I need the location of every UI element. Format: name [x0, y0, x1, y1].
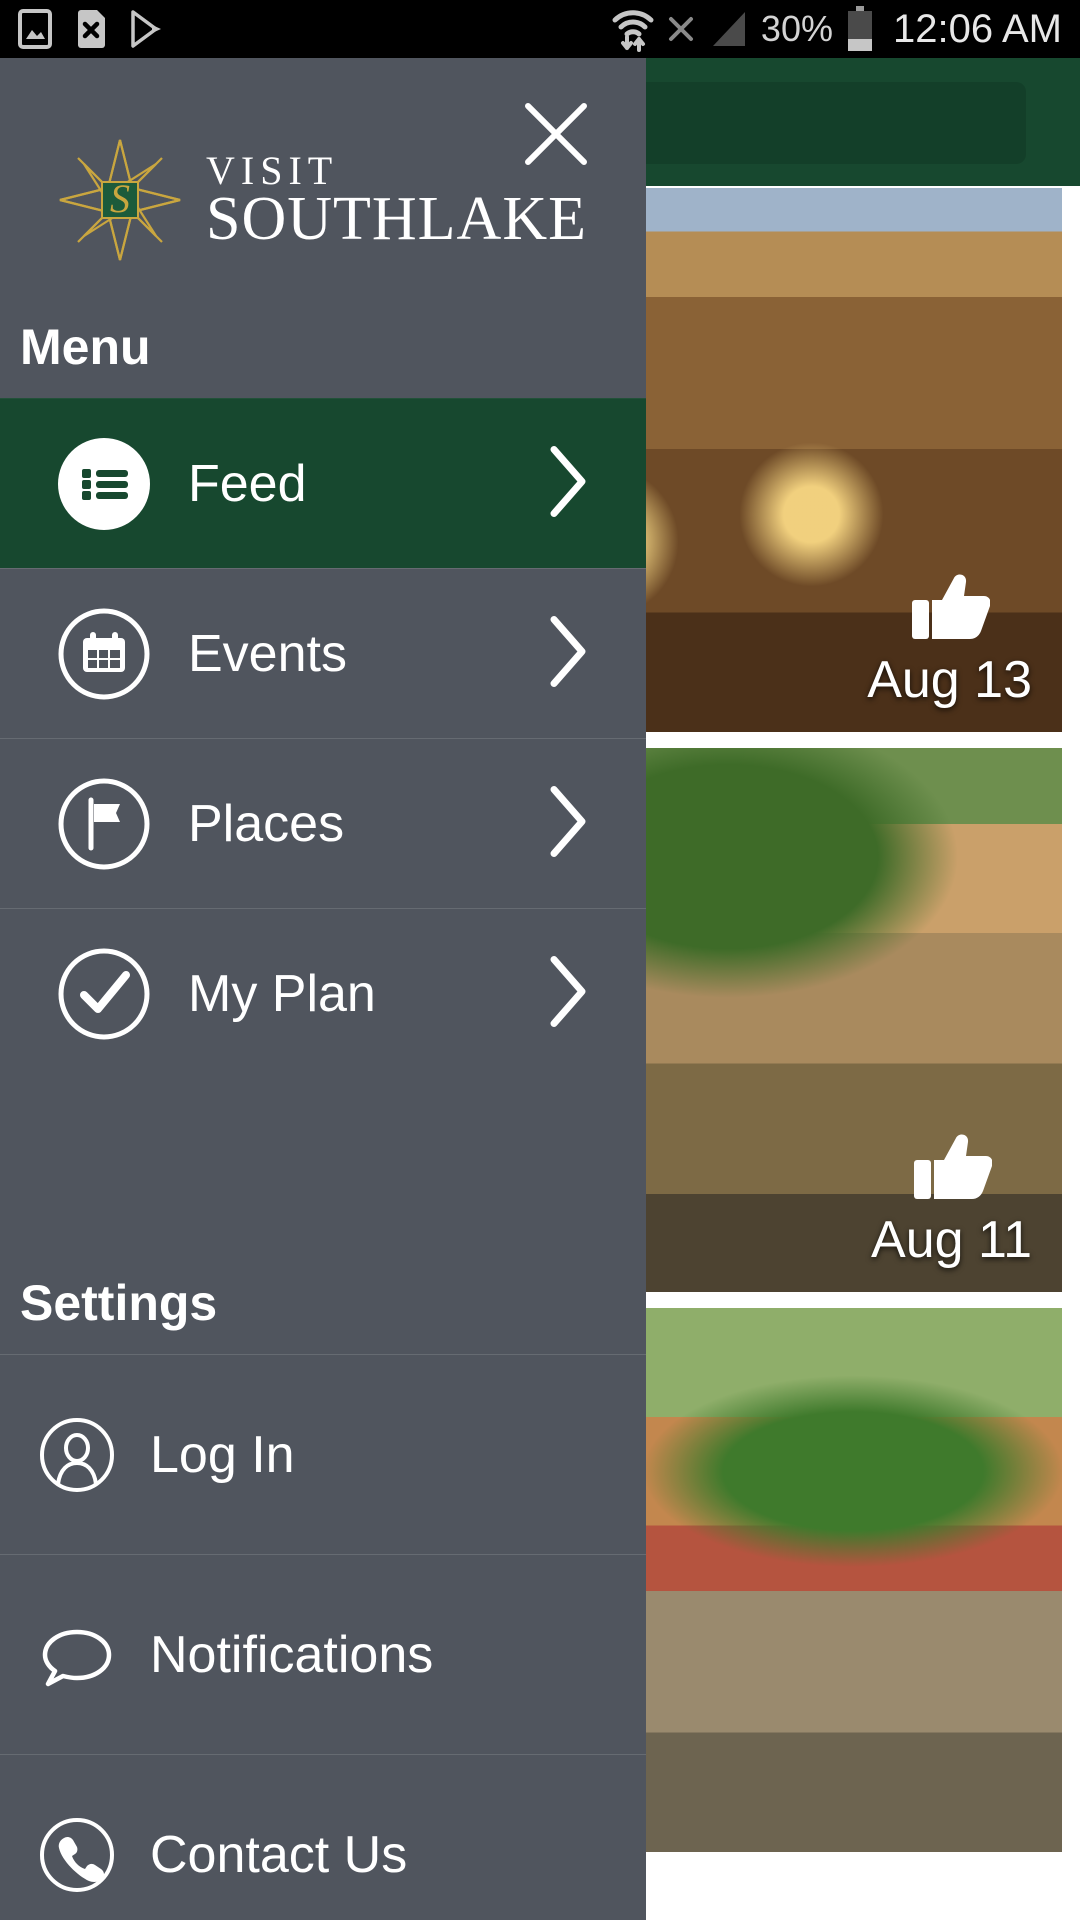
status-bar-left-icons [18, 9, 164, 49]
close-drawer-button[interactable] [508, 86, 604, 182]
thumbs-up-icon[interactable] [910, 569, 991, 648]
sidebar-item-feed[interactable]: Feed [0, 398, 646, 568]
sidebar-item-log-in[interactable]: Log In [0, 1354, 646, 1554]
chevron-right-icon [546, 953, 590, 1034]
sidebar-item-label: Events [188, 624, 347, 683]
status-bar-clock: 12:06 AM [892, 6, 1062, 51]
feed-card-meta: Aug 13 [867, 569, 1032, 710]
feed-card-date: Aug 11 [871, 1211, 1032, 1269]
sidebar-item-label: Places [188, 794, 345, 853]
drawer-header: S VISIT SOUTHLAKE [0, 58, 646, 318]
calendar-icon [56, 606, 152, 702]
drawer-spacer [0, 1078, 646, 1274]
wifi-transfer-icon [611, 6, 655, 52]
settings-items-list: Log In Notifications Contact Us ? Tutori… [0, 1354, 646, 1920]
sidebar-item-label: Log In [150, 1425, 295, 1484]
sidebar-item-my-plan[interactable]: My Plan [0, 908, 646, 1078]
chevron-right-icon [546, 443, 590, 524]
svg-text:S: S [110, 176, 130, 221]
status-bar: 30% 12:06 AM [0, 0, 1080, 58]
list-icon [56, 436, 152, 532]
chevron-right-icon [546, 613, 590, 694]
sidebar-item-label: Contact Us [150, 1825, 408, 1884]
status-bar-right-icons: 30% 12:06 AM [611, 6, 1062, 52]
person-icon [38, 1416, 116, 1494]
sidebar-item-label: Feed [188, 454, 307, 513]
navigation-drawer: S VISIT SOUTHLAKE Menu Feed Events Place… [0, 58, 646, 1920]
sd-card-error-icon [74, 9, 106, 49]
sidebar-item-label: My Plan [188, 964, 376, 1023]
play-store-icon [128, 9, 164, 49]
feed-card-meta: Aug 11 [871, 1129, 1032, 1270]
southlake-star-icon: S [56, 136, 184, 264]
sidebar-item-label: Notifications [150, 1625, 434, 1684]
sidebar-item-notifications[interactable]: Notifications [0, 1554, 646, 1754]
menu-section-heading: Menu [20, 319, 151, 375]
speech-bubble-icon [38, 1616, 116, 1694]
sidebar-item-places[interactable]: Places [0, 738, 646, 908]
phone-icon [38, 1816, 116, 1894]
no-signal-x-icon [667, 15, 695, 43]
chevron-right-icon [546, 783, 590, 864]
flag-icon [56, 776, 152, 872]
phone-screen: 30% 12:06 AM ch st e's sp... [0, 0, 1080, 1920]
check-icon [56, 946, 152, 1042]
feed-card-date: Aug 13 [867, 651, 1032, 709]
battery-percent-label: 30% [760, 8, 833, 49]
gallery-image-icon [18, 9, 52, 49]
battery-icon [845, 6, 875, 52]
sidebar-item-events[interactable]: Events [0, 568, 646, 738]
settings-section-heading: Settings [20, 1275, 218, 1331]
menu-items-list: Feed Events Places My Plan [0, 398, 646, 1078]
thumbs-up-icon[interactable] [912, 1129, 993, 1208]
cell-signal-icon [707, 8, 749, 50]
brand-southlake-text: SOUTHLAKE [206, 184, 587, 253]
sidebar-item-contact-us[interactable]: Contact Us [0, 1754, 646, 1920]
